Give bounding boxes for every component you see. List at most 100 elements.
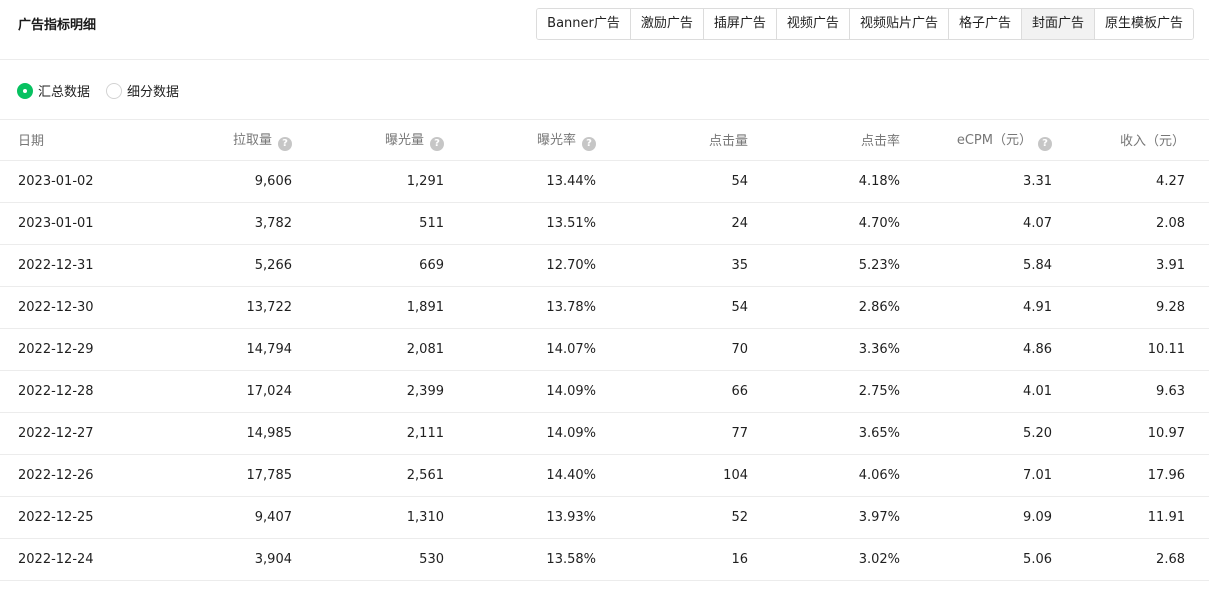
column-header-1: 拉取量? <box>140 120 292 161</box>
table-row: 2022-12-27 14,985 2,111 14.09% 77 3.65% 5.20 10… <box>0 412 1209 455</box>
table-cell: 17,785 <box>140 454 292 497</box>
table-cell: 104 <box>596 454 748 497</box>
tab-6[interactable]: 封面广告 <box>1020 9 1094 39</box>
table-cell: 3.31 <box>900 160 1052 203</box>
table-cell: 13.51% <box>444 202 596 245</box>
table-cell: 2022-12-26 <box>0 454 140 497</box>
table-cell: 4.70% <box>748 202 900 245</box>
column-header-4: 点击量 <box>596 120 748 161</box>
table-cell: 4.01 <box>900 370 1052 413</box>
table-cell: 2022-12-30 <box>0 286 140 329</box>
table-row: 2022-12-24 3,904 530 13.58% 16 3.02% 5.06 2.68 <box>0 538 1209 581</box>
table-cell: 3,904 <box>140 538 292 581</box>
table-cell: 3,782 <box>140 202 292 245</box>
table-cell: 7.01 <box>900 454 1052 497</box>
column-header-label: 日期 <box>18 134 45 150</box>
table-cell: 2,399 <box>292 370 444 413</box>
table-cell: 2022-12-28 <box>0 370 140 413</box>
table-cell: 2022-12-24 <box>0 538 140 581</box>
radio-circle-icon[interactable] <box>106 82 123 99</box>
table-cell: 77 <box>596 412 748 455</box>
table-cell: 3.65% <box>748 412 900 455</box>
table-cell: 10.11 <box>1052 328 1209 371</box>
table-cell: 14.07% <box>444 328 596 371</box>
column-header-label: 拉取量 <box>232 132 272 148</box>
metrics-table: 日期 拉取量? 曝光量? 曝光率? 点击量 点击率 eCPM（元）? 收入（元） 2023-0… <box>0 119 1209 581</box>
radio-label: 细分数据 <box>127 85 180 100</box>
table-cell: 2022-12-25 <box>0 496 140 539</box>
help-icon[interactable]: ? <box>582 136 596 151</box>
tab-2[interactable]: 插屏广告 <box>702 9 776 39</box>
help-icon[interactable]: ? <box>430 136 444 151</box>
table-cell: 2.68 <box>1052 538 1209 581</box>
tab-7[interactable]: 原生模板广告 <box>1093 9 1193 39</box>
table-cell: 54 <box>596 286 748 329</box>
table-row: 2022-12-30 13,722 1,891 13.78% 54 2.86% 4.91 9.… <box>0 286 1209 329</box>
table-cell: 70 <box>596 328 748 371</box>
table-cell: 4.06% <box>748 454 900 497</box>
table-row: 2022-12-31 5,266 669 12.70% 35 5.23% 5.84 3.91 <box>0 244 1209 287</box>
table-cell: 14,794 <box>140 328 292 371</box>
page-title: 广告指标明细 <box>18 18 97 33</box>
header: 广告指标明细 Banner广告 激励广告 插屏广告 视频广告 视频贴片广告 格子广告 封面广… <box>0 0 1209 60</box>
ad-type-tabs: Banner广告 激励广告 插屏广告 视频广告 视频贴片广告 格子广告 封面广告 原生模板广告 <box>536 8 1194 40</box>
table-cell: 530 <box>292 538 444 581</box>
column-header-6: eCPM（元）? <box>900 120 1052 161</box>
table-cell: 5.84 <box>900 244 1052 287</box>
table-cell: 5,266 <box>140 244 292 287</box>
table-cell: 13.58% <box>444 538 596 581</box>
column-header-label: 点击率 <box>860 134 900 150</box>
table-cell: 2.86% <box>748 286 900 329</box>
table-cell: 2022-12-31 <box>0 244 140 287</box>
tab-0[interactable]: Banner广告 <box>537 9 630 39</box>
radio-option-0[interactable]: 汇总数据 <box>17 81 90 100</box>
table-cell: 14.09% <box>444 412 596 455</box>
radio-circle-icon[interactable] <box>17 82 33 99</box>
column-header-2: 曝光量? <box>292 120 444 161</box>
table-cell: 13,722 <box>140 286 292 329</box>
column-header-0: 日期 <box>0 120 140 161</box>
table-cell: 14,985 <box>140 412 292 455</box>
table-cell: 5.20 <box>900 412 1052 455</box>
table-cell: 669 <box>292 244 444 287</box>
column-header-label: eCPM（元） <box>956 132 1032 148</box>
table-row: 2022-12-29 14,794 2,081 14.07% 70 3.36% 4.86 10… <box>0 328 1209 371</box>
column-header-7: 收入（元） <box>1052 120 1209 161</box>
table-cell: 16 <box>596 538 748 581</box>
table-cell: 9,407 <box>140 496 292 539</box>
table-cell: 2023-01-02 <box>0 160 140 203</box>
table-cell: 5.06 <box>900 538 1052 581</box>
table-cell: 3.91 <box>1052 244 1209 287</box>
table-cell: 4.18% <box>748 160 900 203</box>
table-cell: 2.08 <box>1052 202 1209 245</box>
table-cell: 1,891 <box>292 286 444 329</box>
table-cell: 2022-12-27 <box>0 412 140 455</box>
table-cell: 35 <box>596 244 748 287</box>
table-cell: 2.75% <box>748 370 900 413</box>
table-cell: 3.97% <box>748 496 900 539</box>
help-icon[interactable]: ? <box>278 136 292 151</box>
tab-3[interactable]: 视频广告 <box>775 9 849 39</box>
table-cell: 13.78% <box>444 286 596 329</box>
radio-option-1[interactable]: 细分数据 <box>106 81 179 100</box>
tab-1[interactable]: 激励广告 <box>629 9 703 39</box>
column-header-label: 曝光率 <box>536 132 576 148</box>
table-cell: 4.27 <box>1052 160 1209 203</box>
table-row: 2022-12-26 17,785 2,561 14.40% 104 4.06% 7.01 1… <box>0 454 1209 497</box>
table-cell: 11.91 <box>1052 496 1209 539</box>
tab-5[interactable]: 格子广告 <box>947 9 1021 39</box>
radio-label: 汇总数据 <box>38 85 91 100</box>
help-icon[interactable]: ? <box>1038 136 1052 151</box>
tab-4[interactable]: 视频贴片广告 <box>848 9 948 39</box>
table-cell: 4.91 <box>900 286 1052 329</box>
table-cell: 2,111 <box>292 412 444 455</box>
table-header-row: 日期 拉取量? 曝光量? 曝光率? 点击量 点击率 eCPM（元）? 收入（元） <box>0 120 1209 161</box>
table-cell: 2023-01-01 <box>0 202 140 245</box>
table-row: 2023-01-02 9,606 1,291 13.44% 54 4.18% 3.31 4.2… <box>0 160 1209 203</box>
table-cell: 9.63 <box>1052 370 1209 413</box>
data-mode-radio-group: 汇总数据 细分数据 <box>17 81 195 100</box>
table-cell: 14.40% <box>444 454 596 497</box>
table-row: 2022-12-25 9,407 1,310 13.93% 52 3.97% 9.09 11.… <box>0 496 1209 539</box>
table-cell: 54 <box>596 160 748 203</box>
table-cell: 9,606 <box>140 160 292 203</box>
